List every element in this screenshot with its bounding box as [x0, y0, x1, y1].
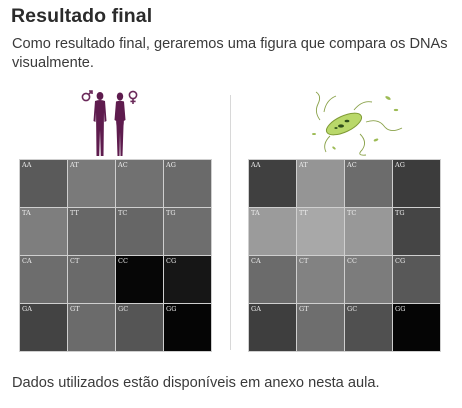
grid-cell-ga: GA: [249, 304, 296, 351]
grid-cell-ag: AG: [393, 160, 440, 207]
male-figure: [93, 92, 107, 156]
grid-cell-gt: GT: [68, 304, 115, 351]
cell-label: TC: [118, 209, 128, 217]
grid-cell-gc: GC: [116, 304, 163, 351]
bacterium-body: [325, 112, 363, 136]
cell-label: AC: [347, 161, 357, 169]
cell-label: AT: [70, 161, 79, 169]
grid-cell-tc: TC: [345, 208, 392, 255]
female-figure: [114, 92, 126, 156]
cell-label: CG: [166, 257, 177, 265]
grid-cell-gg: GG: [393, 304, 440, 351]
grid-cell-cg: CG: [164, 256, 211, 303]
grid-cell-ga: GA: [20, 304, 67, 351]
grid-cell-tt: TT: [297, 208, 344, 255]
intro-paragraph: Como resultado final, geraremos uma figu…: [12, 36, 448, 71]
cell-label: GT: [299, 305, 309, 313]
cell-label: CC: [347, 257, 357, 265]
cell-label: GC: [347, 305, 358, 313]
cell-label: GA: [22, 305, 32, 313]
cell-label: AG: [395, 161, 405, 169]
grid-cell-aa: AA: [20, 160, 67, 207]
cell-label: TT: [299, 209, 308, 217]
grid-cell-gt: GT: [297, 304, 344, 351]
grid-cell-ca: CA: [20, 256, 67, 303]
cell-label: GA: [251, 305, 261, 313]
panel-divider: [230, 95, 231, 350]
cell-label: CA: [251, 257, 261, 265]
cell-label: TT: [70, 209, 79, 217]
cell-label: AG: [166, 161, 176, 169]
grid-cell-ac: AC: [345, 160, 392, 207]
grid-cell-ac: AC: [116, 160, 163, 207]
grid-cell-gc: GC: [345, 304, 392, 351]
grid-cell-ta: TA: [249, 208, 296, 255]
grid-cell-cc: CC: [116, 256, 163, 303]
cell-label: AA: [251, 161, 261, 169]
grid-cell-aa: AA: [249, 160, 296, 207]
cell-label: CA: [22, 257, 32, 265]
cell-label: AA: [22, 161, 32, 169]
section-title: Resultado final: [11, 5, 153, 27]
cell-label: TG: [166, 209, 176, 217]
grid-cell-ct: CT: [68, 256, 115, 303]
cell-label: TC: [347, 209, 357, 217]
grid-cell-at: AT: [297, 160, 344, 207]
human-dna-grid: AA AT AC AG TA TT TC TG CA CT CC CG GA GT GC GG: [19, 159, 212, 352]
cell-label: GG: [166, 305, 177, 313]
cell-label: CC: [118, 257, 128, 265]
cell-label: CT: [70, 257, 80, 265]
female-symbol-icon: [128, 90, 138, 104]
cell-label: TG: [395, 209, 405, 217]
bacteria-dna-grid: AA AT AC AG TA TT TC TG CA CT CC CG GA GT GC GG: [248, 159, 441, 352]
grid-cell-tt: TT: [68, 208, 115, 255]
grid-cell-ag: AG: [164, 160, 211, 207]
cell-label: GG: [395, 305, 406, 313]
cell-label: GT: [70, 305, 80, 313]
cell-label: TA: [22, 209, 31, 217]
cell-label: CT: [299, 257, 309, 265]
grid-cell-cc: CC: [345, 256, 392, 303]
grid-cell-gg: GG: [164, 304, 211, 351]
cell-label: GC: [118, 305, 129, 313]
male-symbol-icon: [81, 90, 93, 102]
grid-cell-tg: TG: [393, 208, 440, 255]
grid-cell-ct: CT: [297, 256, 344, 303]
cell-label: TA: [251, 209, 260, 217]
grid-cell-tg: TG: [164, 208, 211, 255]
grid-cell-ca: CA: [249, 256, 296, 303]
bacterium-illustration: [312, 91, 403, 156]
grid-cell-ta: TA: [20, 208, 67, 255]
grid-cell-cg: CG: [393, 256, 440, 303]
human-couple-illustration: [81, 90, 138, 156]
cell-label: AT: [299, 161, 308, 169]
cell-label: AC: [118, 161, 128, 169]
grid-cell-tc: TC: [116, 208, 163, 255]
cell-label: CG: [395, 257, 406, 265]
grid-cell-at: AT: [68, 160, 115, 207]
footer-note: Dados utilizados estão disponíveis em an…: [12, 375, 380, 391]
